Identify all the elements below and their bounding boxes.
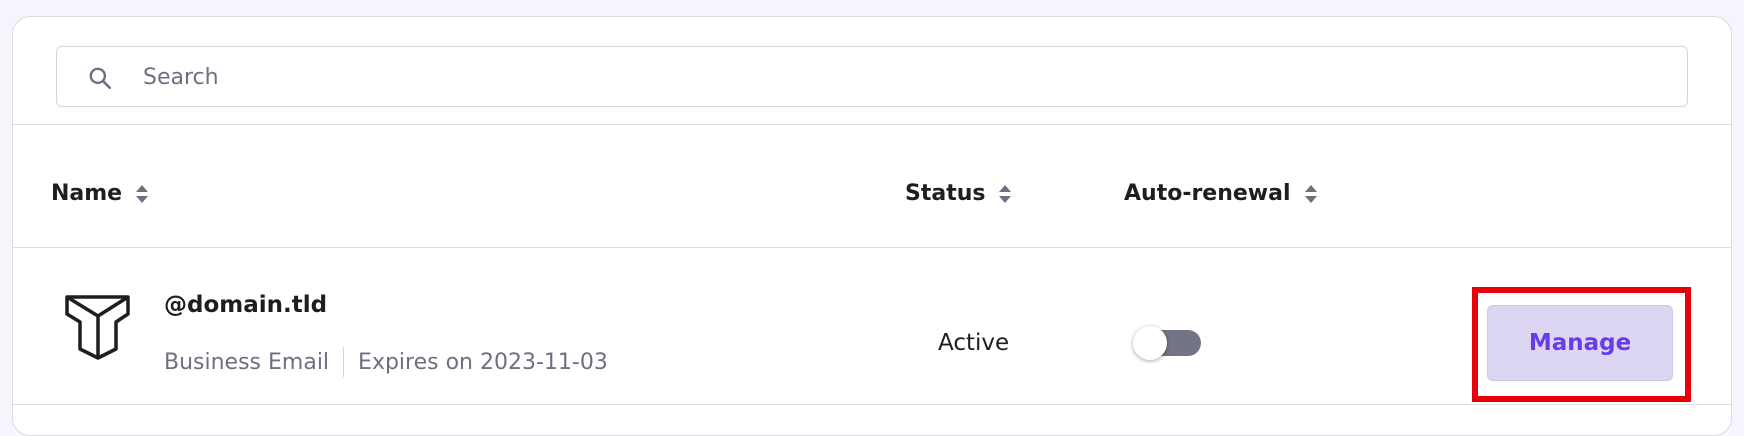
column-header-label: Status bbox=[905, 181, 986, 206]
sort-icon bbox=[136, 184, 149, 203]
search-box[interactable] bbox=[56, 46, 1688, 107]
product-type: Business Email bbox=[164, 349, 330, 375]
divider bbox=[13, 404, 1731, 405]
status-text: Active bbox=[938, 330, 1010, 356]
column-header-name[interactable]: Name bbox=[51, 181, 149, 206]
auto-renewal-toggle[interactable] bbox=[1133, 326, 1201, 360]
meta-separator bbox=[343, 347, 345, 377]
search-icon bbox=[89, 67, 112, 90]
domain-name: @domain.tld bbox=[164, 292, 328, 318]
divider bbox=[13, 124, 1731, 125]
column-header-auto-renewal[interactable]: Auto-renewal bbox=[1124, 181, 1318, 206]
email-list-card: Name Status Auto-renewal @domain.tld Bus… bbox=[12, 16, 1732, 436]
divider bbox=[13, 247, 1731, 248]
titan-logo-icon bbox=[65, 295, 130, 360]
column-header-status[interactable]: Status bbox=[905, 181, 1012, 206]
sort-icon bbox=[999, 184, 1012, 203]
sort-icon bbox=[1304, 184, 1317, 203]
column-header-label: Name bbox=[51, 181, 123, 206]
row-meta: Business Email Expires on 2023-11-03 bbox=[164, 347, 608, 377]
column-header-label: Auto-renewal bbox=[1124, 181, 1291, 206]
toggle-knob bbox=[1133, 326, 1167, 360]
expiry-date: Expires on 2023-11-03 bbox=[358, 349, 608, 375]
search-input[interactable] bbox=[143, 55, 1663, 99]
manage-button[interactable]: Manage bbox=[1487, 305, 1673, 381]
